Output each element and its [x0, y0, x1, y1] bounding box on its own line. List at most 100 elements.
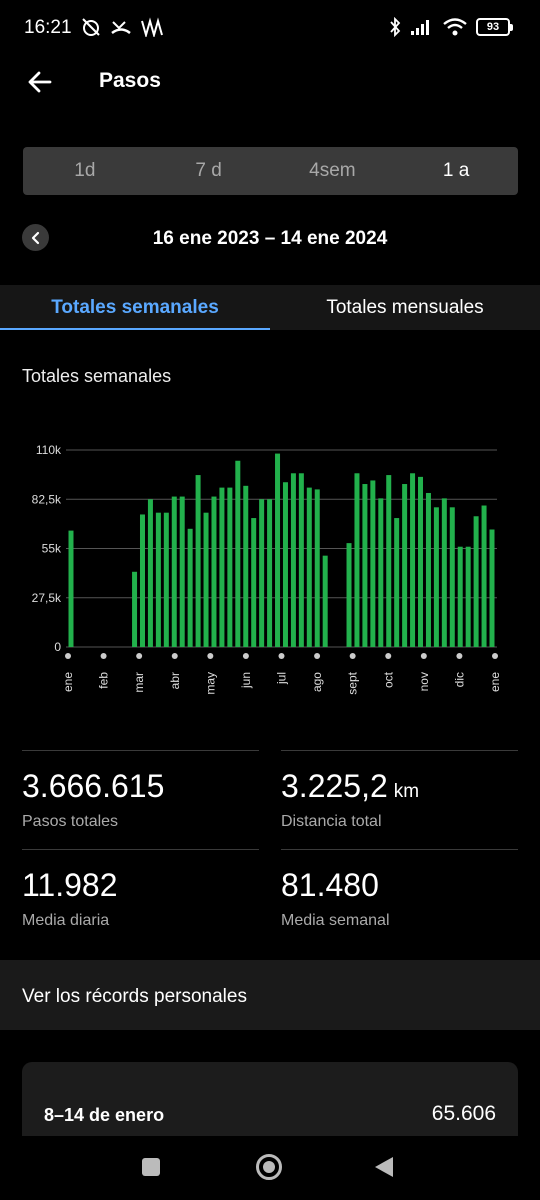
- chart-bar: [322, 555, 328, 647]
- x-tick-dot: [492, 653, 498, 659]
- chart-bar: [195, 475, 201, 647]
- stat-value: 3.225,2: [281, 768, 388, 804]
- arrow-left-icon: [28, 71, 52, 93]
- page-title: Pasos: [99, 69, 161, 92]
- status-bar: 16:21 93: [0, 0, 540, 56]
- range-option-1d[interactable]: 1d: [23, 160, 147, 182]
- x-tick-label: jul: [275, 672, 289, 685]
- chart-bar: [155, 512, 161, 647]
- x-tick-label: may: [203, 672, 217, 695]
- x-tick-dot: [136, 653, 143, 659]
- range-option-7d[interactable]: 7 d: [147, 160, 271, 182]
- chart-bar: [139, 514, 145, 647]
- divider: [281, 849, 518, 850]
- chart-bar: [251, 518, 257, 647]
- stat-label: Pasos totales: [22, 813, 119, 830]
- missed-call-icon: [111, 21, 131, 35]
- chart-bar: [179, 496, 185, 647]
- chart-bar: [275, 453, 281, 647]
- signal-wave-icon: [141, 17, 163, 37]
- previous-period-button[interactable]: [22, 224, 49, 251]
- status-left-icons: [80, 17, 164, 37]
- chart-bar: [147, 499, 153, 647]
- chevron-left-icon: [31, 231, 39, 244]
- x-tick-dot: [65, 653, 71, 659]
- x-tick-dot: [456, 653, 463, 659]
- battery-icon: 93: [476, 18, 513, 36]
- chart-heading: Totales semanales: [22, 366, 172, 386]
- chart-bar: [243, 485, 249, 647]
- tab-weekly-totals[interactable]: Totales semanales: [0, 285, 270, 330]
- x-tick-label: feb: [97, 672, 111, 689]
- system-nav-bar: [0, 1136, 540, 1200]
- chart-bar: [378, 498, 384, 647]
- chart-bar: [473, 516, 479, 647]
- divider: [22, 849, 259, 850]
- chart-bar: [410, 473, 416, 647]
- x-tick-dot: [349, 653, 356, 659]
- chart-bar: [267, 499, 273, 647]
- back-button[interactable]: [24, 66, 56, 98]
- chart-bar: [68, 530, 74, 647]
- x-tick-dot: [385, 653, 392, 659]
- chart-bar: [457, 546, 463, 647]
- home-circle-icon: [256, 1154, 282, 1180]
- chart-bar: [203, 512, 209, 647]
- chart-bar: [449, 507, 455, 647]
- week-row-value: 65.606: [431, 1102, 496, 1125]
- chart-bar: [386, 475, 392, 647]
- recents-square-icon: [142, 1158, 160, 1176]
- week-row[interactable]: 8–14 de enero 65.606: [22, 1062, 518, 1136]
- chart-bar: [402, 484, 408, 647]
- tab-monthly-totals[interactable]: Totales mensuales: [270, 285, 540, 330]
- chart-bar: [346, 543, 352, 647]
- chart-bar: [282, 482, 288, 647]
- cellular-signal-icon: [411, 20, 429, 35]
- y-tick-label: 0: [54, 640, 61, 654]
- recents-button[interactable]: [141, 1157, 161, 1182]
- chart-bar: [227, 487, 233, 647]
- stat-label: Media diaria: [22, 912, 110, 929]
- x-tick-dot: [100, 653, 107, 659]
- x-tick-label: abr: [168, 672, 182, 689]
- chart-bar: [219, 487, 225, 647]
- x-tick-dot: [420, 653, 427, 659]
- x-tick-label: mar: [132, 672, 146, 693]
- status-right-icons: 93: [389, 17, 513, 37]
- system-back-button[interactable]: [374, 1156, 394, 1183]
- chart-bar: [290, 473, 296, 647]
- chart-bar: [171, 496, 177, 647]
- range-selector: 1d 7 d 4sem 1 a: [23, 147, 518, 195]
- chart-bar: [132, 571, 138, 647]
- x-tick-dot: [171, 653, 178, 659]
- stat-total-steps: 3.666.615 Pasos totales: [22, 750, 259, 831]
- y-tick-label: 27,5k: [32, 591, 62, 605]
- chart-bar: [394, 518, 400, 647]
- battery-level: 93: [486, 21, 500, 33]
- y-tick-label: 110k: [36, 443, 62, 457]
- stat-total-distance: 3.225,2 km Distancia total: [281, 750, 518, 831]
- x-tick-label: dic: [452, 672, 466, 687]
- range-option-4sem[interactable]: 4sem: [271, 160, 395, 182]
- date-navigation: 16 ene 2023 – 14 ene 2024: [0, 220, 540, 256]
- chart-bar: [211, 496, 217, 647]
- x-tick-dot: [314, 653, 321, 659]
- chart-bar: [259, 499, 265, 647]
- divider: [22, 750, 259, 751]
- range-option-1a[interactable]: 1 a: [394, 160, 518, 182]
- chart-bar: [306, 487, 312, 647]
- chart-bar: [163, 512, 169, 647]
- chart-bar: [235, 460, 241, 647]
- y-tick-label: 55k: [42, 542, 62, 556]
- x-tick-dot: [207, 653, 214, 659]
- back-triangle-icon: [375, 1157, 393, 1177]
- stat-value: 3.666.615: [22, 768, 165, 804]
- personal-records-link[interactable]: Ver los récords personales: [0, 960, 540, 1030]
- stat-label: Media semanal: [281, 912, 390, 929]
- date-range-label: 16 ene 2023 – 14 ene 2024: [152, 228, 388, 249]
- x-tick-label: jun: [239, 672, 253, 689]
- chart-bar: [314, 489, 320, 647]
- home-button[interactable]: [255, 1153, 283, 1186]
- y-tick-label: 82,5k: [32, 492, 62, 506]
- chart-bar: [441, 498, 447, 647]
